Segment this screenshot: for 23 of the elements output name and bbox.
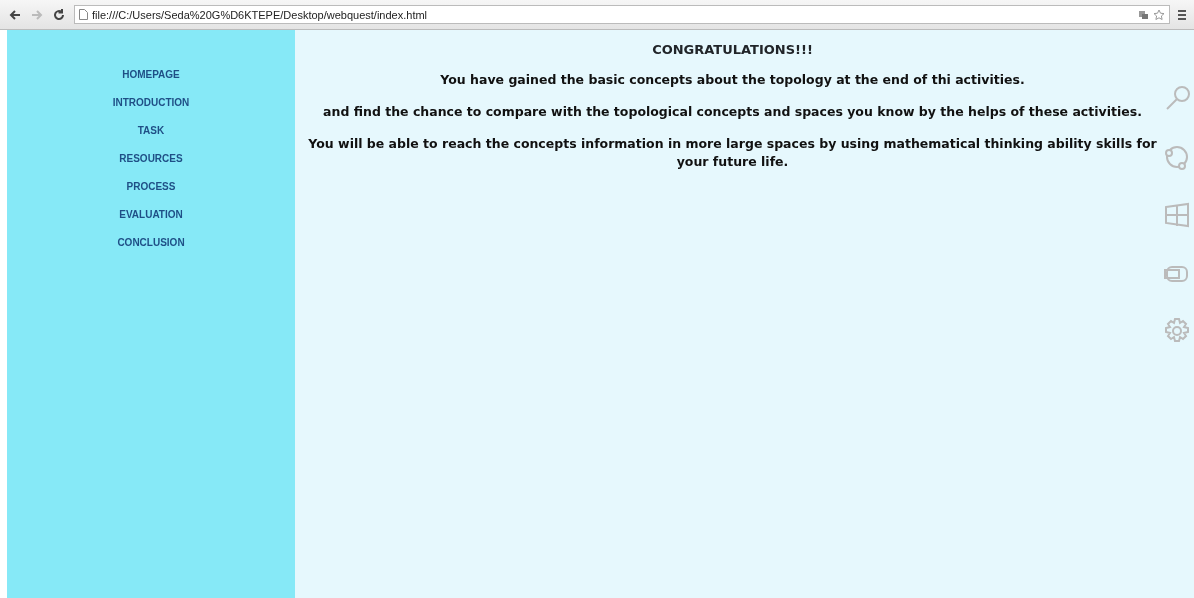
heading: CONGRATULATIONS!!!	[651, 42, 814, 57]
nav-link[interactable]: TASK	[7, 124, 295, 137]
star-icon[interactable]	[1153, 8, 1165, 21]
gear-icon[interactable]	[1163, 317, 1191, 345]
share-icon[interactable]	[1163, 143, 1191, 171]
windows-logo-icon[interactable]	[1163, 201, 1191, 229]
nav-link[interactable]: INTRODUCTION	[7, 96, 295, 109]
nav-link[interactable]: CONCLUSION	[7, 236, 295, 249]
paragraph: You will be able to reach the concepts information in more large spaces by using mathematical thinking ability skills for your future life.	[307, 135, 1158, 171]
paragraph: and find the chance to compare with the topological concepts and spaces you know by the helps of these activities.	[322, 103, 1143, 121]
nav-link[interactable]: HOMEPAGE	[7, 68, 295, 81]
nav-link[interactable]: PROCESS	[7, 180, 295, 193]
address-bar[interactable]: file:///C:/Users/Seda%20G%D6KTEPE/Desktop/webquest/index.html	[74, 5, 1170, 24]
back-icon[interactable]	[8, 7, 22, 22]
page-action-icon[interactable]	[1138, 8, 1149, 20]
menu-icon[interactable]	[1178, 7, 1186, 22]
paragraph: You have gained the basic concepts about the topology at the end of thi activities.	[439, 71, 1026, 89]
page-icon	[79, 9, 88, 20]
nav-link[interactable]: EVALUATION	[7, 208, 295, 221]
reload-icon[interactable]	[52, 7, 66, 22]
forward-icon[interactable]	[30, 7, 44, 22]
nav-link[interactable]: RESOURCES	[7, 152, 295, 165]
url-text: file:///C:/Users/Seda%20G%D6KTEPE/Desktop/webquest/index.html	[92, 8, 428, 21]
